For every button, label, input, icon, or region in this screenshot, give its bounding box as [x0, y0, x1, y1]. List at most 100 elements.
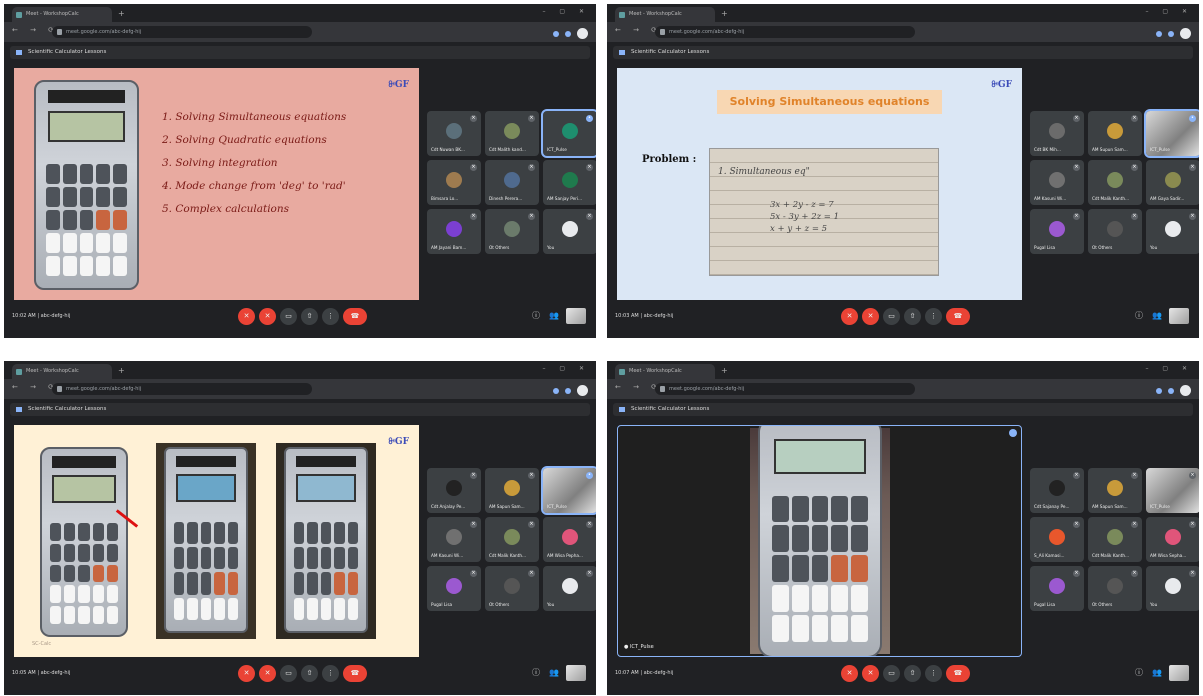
mic-button[interactable]: ✕: [238, 665, 255, 682]
participant-tile[interactable]: × Cdt Malik Kanth...: [1088, 517, 1142, 562]
captions-button[interactable]: ▭: [280, 308, 297, 325]
participant-tile[interactable]: • ICT_Pulse: [1144, 109, 1199, 158]
extension-icon[interactable]: [1168, 30, 1174, 37]
participant-tile[interactable]: × Ot Others: [485, 566, 539, 611]
extension-icon[interactable]: [553, 30, 559, 37]
participant-tile[interactable]: × Pugal Lisa: [1030, 566, 1084, 611]
people-icon[interactable]: 👥: [548, 667, 560, 679]
self-view-thumbnail[interactable]: [1169, 308, 1189, 324]
address-bar[interactable]: meet.google.com/abc-defg-hij: [655, 383, 915, 395]
window-controls[interactable]: – ▢ ✕: [542, 8, 590, 15]
participant-tile[interactable]: × AM Sapun Sam...: [485, 468, 539, 513]
info-icon[interactable]: ⓘ: [530, 667, 542, 679]
captions-button[interactable]: ▭: [883, 665, 900, 682]
present-button[interactable]: ⇧: [301, 308, 318, 325]
participant-tile[interactable]: • ICT_Pulse: [541, 109, 596, 158]
participant-tile[interactable]: × AM Sanjay Peri...: [543, 160, 596, 205]
extension-icon[interactable]: [553, 387, 559, 394]
new-tab-button[interactable]: +: [118, 9, 125, 18]
people-icon[interactable]: 👥: [548, 310, 560, 322]
browser-tab[interactable]: Meet - WorkshopCalc: [615, 364, 715, 379]
participant-tile[interactable]: × You: [1146, 209, 1199, 254]
new-tab-button[interactable]: +: [721, 366, 728, 375]
people-icon[interactable]: 👥: [1151, 667, 1163, 679]
self-view-thumbnail[interactable]: [1169, 665, 1189, 681]
profile-avatar[interactable]: [577, 28, 588, 39]
info-icon[interactable]: ⓘ: [1133, 667, 1145, 679]
participant-tile[interactable]: × Cdt Malik Kanth...: [1088, 160, 1142, 205]
camera-button[interactable]: ✕: [862, 665, 879, 682]
participant-tile[interactable]: × Cdt Malik Kanth...: [485, 517, 539, 562]
mic-button[interactable]: ✕: [841, 308, 858, 325]
more-options-button[interactable]: ⋮: [925, 665, 942, 682]
participant-tile[interactable]: × Cdt BK Mih...: [1030, 111, 1084, 156]
participant-tile[interactable]: × Cdt Malith kand...: [485, 111, 539, 156]
profile-avatar[interactable]: [1180, 385, 1191, 396]
extension-icon[interactable]: [1156, 387, 1162, 394]
captions-button[interactable]: ▭: [883, 308, 900, 325]
end-call-button[interactable]: ☎: [343, 308, 367, 325]
more-options-button[interactable]: ⋮: [322, 308, 339, 325]
browser-tab[interactable]: Meet - WorkshopCalc: [615, 7, 715, 22]
end-call-button[interactable]: ☎: [946, 665, 970, 682]
participant-tile[interactable]: × ICT_Pulse: [1146, 468, 1199, 513]
participant-tile[interactable]: × Cdt Anjalay Pe...: [427, 468, 481, 513]
present-button[interactable]: ⇧: [904, 665, 921, 682]
extensions[interactable]: [553, 385, 588, 396]
participant-tile[interactable]: × Pugal Lisa: [427, 566, 481, 611]
people-icon[interactable]: 👥: [1151, 310, 1163, 322]
participant-tile[interactable]: × S_Ali Kamasi...: [1030, 517, 1084, 562]
extension-icon[interactable]: [565, 387, 571, 394]
present-button[interactable]: ⇧: [904, 308, 921, 325]
camera-button[interactable]: ✕: [259, 665, 276, 682]
extensions[interactable]: [1156, 28, 1191, 39]
camera-button[interactable]: ✕: [259, 308, 276, 325]
window-controls[interactable]: – ▢ ✕: [1145, 365, 1193, 372]
participant-tile[interactable]: × AM Wisa Pepha...: [543, 517, 596, 562]
participant-tile[interactable]: × Bimsara Lo...: [427, 160, 481, 205]
participant-tile[interactable]: × You: [543, 209, 596, 254]
present-button[interactable]: ⇧: [301, 665, 318, 682]
new-tab-button[interactable]: +: [118, 366, 125, 375]
extensions[interactable]: [1156, 385, 1191, 396]
participant-tile[interactable]: × Dinesh Perera...: [485, 160, 539, 205]
more-options-button[interactable]: ⋮: [925, 308, 942, 325]
participant-tile[interactable]: × You: [543, 566, 596, 611]
browser-tab[interactable]: Meet - WorkshopCalc: [12, 7, 112, 22]
participant-tile[interactable]: × You: [1146, 566, 1199, 611]
self-view-thumbnail[interactable]: [566, 665, 586, 681]
end-call-button[interactable]: ☎: [946, 308, 970, 325]
participant-tile[interactable]: × Cdt Sajanay Pe...: [1030, 468, 1084, 513]
end-call-button[interactable]: ☎: [343, 665, 367, 682]
mic-button[interactable]: ✕: [238, 308, 255, 325]
captions-button[interactable]: ▭: [280, 665, 297, 682]
camera-button[interactable]: ✕: [862, 308, 879, 325]
participant-tile[interactable]: × AM Supun Sam...: [1088, 111, 1142, 156]
participant-tile[interactable]: × AM Sapun Sam...: [1088, 468, 1142, 513]
window-controls[interactable]: – ▢ ✕: [1145, 8, 1193, 15]
participant-tile[interactable]: × AM Wisa Sepha...: [1146, 517, 1199, 562]
address-bar[interactable]: meet.google.com/abc-defg-hij: [52, 26, 312, 38]
participant-tile[interactable]: • ICT_Pulse: [541, 466, 596, 515]
participant-tile[interactable]: × AM Jayani Bam...: [427, 209, 481, 254]
browser-tab[interactable]: Meet - WorkshopCalc: [12, 364, 112, 379]
info-icon[interactable]: ⓘ: [1133, 310, 1145, 322]
self-view-thumbnail[interactable]: [566, 308, 586, 324]
participant-tile[interactable]: × Pugal Lisa: [1030, 209, 1084, 254]
participant-tile[interactable]: × Ot Others: [1088, 566, 1142, 611]
mic-button[interactable]: ✕: [841, 665, 858, 682]
extension-icon[interactable]: [1168, 387, 1174, 394]
address-bar[interactable]: meet.google.com/abc-defg-hij: [655, 26, 915, 38]
info-icon[interactable]: ⓘ: [530, 310, 542, 322]
participant-tile[interactable]: × Cdt Nuwan BK...: [427, 111, 481, 156]
more-options-button[interactable]: ⋮: [322, 665, 339, 682]
profile-avatar[interactable]: [1180, 28, 1191, 39]
participant-tile[interactable]: × Ot Others: [485, 209, 539, 254]
window-controls[interactable]: – ▢ ✕: [542, 365, 590, 372]
profile-avatar[interactable]: [577, 385, 588, 396]
extensions[interactable]: [553, 28, 588, 39]
address-bar[interactable]: meet.google.com/abc-defg-hij: [52, 383, 312, 395]
extension-icon[interactable]: [1156, 30, 1162, 37]
new-tab-button[interactable]: +: [721, 9, 728, 18]
participant-tile[interactable]: × Ot Others: [1088, 209, 1142, 254]
